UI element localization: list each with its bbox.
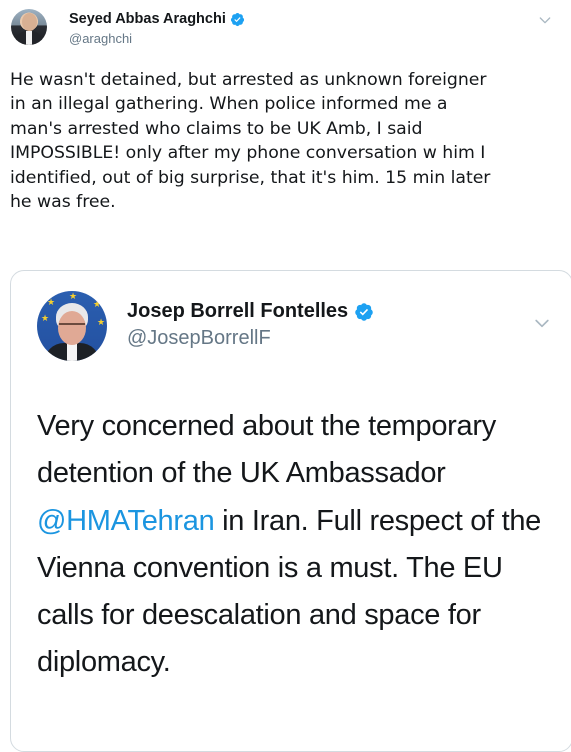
eu-star-icon: ★ [41,314,50,324]
author-row: Seyed Abbas Araghchi [69,11,245,27]
verified-badge-icon [355,302,373,321]
eu-star-icon: ★ [69,292,78,302]
avatar-face [22,13,37,31]
quoted-tweet-text: Very concerned about the temporary deten… [37,403,557,687]
mention-link[interactable]: @HMATehran [37,505,215,537]
avatar[interactable] [11,9,47,45]
quoted-avatar[interactable]: ★ ★ ★ ★ ★ [37,291,107,361]
quoted-author-row: Josep Borrell Fontelles [127,300,374,323]
eu-star-icon: ★ [93,300,102,310]
avatar-shirt [26,31,32,45]
tweet-text: He wasn't detained, but arrested as unkn… [10,70,491,213]
author-handle[interactable]: @araghchi [69,31,132,46]
quoted-text-before: Very concerned about the temporary deten… [37,410,496,490]
tweet: Seyed Abbas Araghchi @araghchi He wasn't… [0,0,571,752]
eu-star-icon: ★ [97,318,106,328]
eu-star-icon: ★ [47,298,56,308]
author-name[interactable]: Seyed Abbas Araghchi [69,11,226,27]
chevron-down-icon[interactable] [532,313,552,333]
quoted-tweet[interactable]: ★ ★ ★ ★ ★ Josep Borrell Fontelles @Josep… [10,270,571,752]
quoted-author-name[interactable]: Josep Borrell Fontelles [127,300,348,323]
quoted-avatar-glasses [59,323,85,331]
chevron-down-icon[interactable] [537,12,553,28]
quoted-author-handle[interactable]: @JosepBorrellF [127,327,271,350]
quoted-avatar-shirt [67,343,77,361]
verified-badge-icon [230,12,244,26]
